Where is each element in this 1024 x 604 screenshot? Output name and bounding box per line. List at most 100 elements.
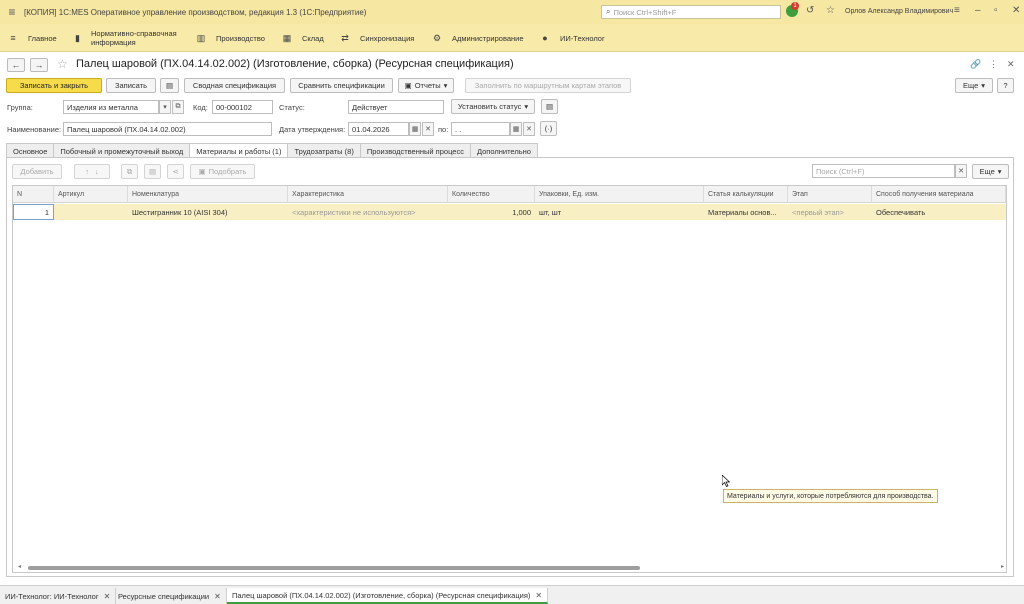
cell-cost-item[interactable]: Материалы основ... [704, 204, 788, 220]
pick-button[interactable]: ▣ Подобрать [190, 164, 255, 179]
user-name[interactable]: Орлов Александр Владимирович [845, 8, 953, 15]
help-button[interactable]: ? [997, 78, 1014, 93]
scroll-right-icon[interactable]: ▸ [1001, 563, 1004, 570]
main-menu-icon[interactable]: ≡ [0, 0, 24, 24]
tab-byproduct[interactable]: Побочный и промежуточный выход [53, 143, 191, 158]
move-buttons[interactable]: ↑ ↓ [74, 164, 110, 179]
settings-icon[interactable]: ≡ [954, 5, 960, 16]
column-header-n[interactable]: N [13, 186, 54, 203]
open-windows-bar: ИИ-Технолог: ИИ-Технолог ✕ Ресурсные спе… [0, 585, 1024, 604]
clear-date-icon[interactable]: ✕ [422, 122, 434, 136]
section-nsi[interactable]: ▮ Нормативно-справочная информация [74, 24, 184, 52]
minimize-icon[interactable]: – [975, 5, 981, 16]
tab-additional[interactable]: Дополнительно [469, 143, 538, 158]
approve-date-field[interactable]: 01.04.2026 [348, 122, 409, 136]
calendar-icon[interactable]: ▦ [510, 122, 522, 136]
section-production[interactable]: ▥ Производство [196, 24, 265, 52]
ai-icon: ● [542, 32, 548, 43]
scroll-left-icon[interactable]: ◂ [18, 563, 21, 570]
compare-spec-button[interactable]: Сравнить спецификации [290, 78, 393, 93]
back-button[interactable]: ← [7, 58, 25, 72]
global-search-input[interactable]: ⌕ Поиск Ctrl+Shift+F [601, 5, 781, 19]
window-tab-current[interactable]: Палец шаровой (ПХ.04.14.02.002) (Изготов… [227, 588, 549, 604]
close-tab-icon[interactable]: ✕ [104, 592, 111, 601]
save-close-button[interactable]: Записать и закрыть [6, 78, 102, 93]
section-label: Склад [302, 33, 324, 43]
cell-unit[interactable]: шт, шт [535, 204, 704, 220]
summary-spec-button[interactable]: Сводная спецификация [184, 78, 285, 93]
cell-method[interactable]: Обеспечивать [872, 204, 1006, 220]
more-button[interactable]: Еще ▾ [955, 78, 993, 93]
column-header-quantity[interactable]: Количество [448, 186, 535, 203]
column-header-characteristic[interactable]: Характеристика [288, 186, 448, 203]
horizontal-scrollbar[interactable]: ◂ ▸ [18, 563, 1004, 571]
tab-labor[interactable]: Трудозатраты (8) [287, 143, 361, 158]
add-button[interactable]: Добавить [12, 164, 62, 179]
status-history-icon[interactable]: ▤ [541, 99, 558, 114]
column-header-method[interactable]: Способ получения материала [872, 186, 1006, 203]
save-button[interactable]: Записать [106, 78, 156, 93]
window-tab-ai[interactable]: ИИ-Технолог: ИИ-Технолог ✕ [0, 588, 117, 604]
form-close-icon[interactable]: ✕ [1007, 59, 1015, 70]
cell-nomenclature[interactable]: Шестигранник 10 (AISI 304) [128, 204, 288, 220]
calendar-icon[interactable]: ▦ [409, 122, 421, 136]
set-status-button[interactable]: Установить статус ▾ [451, 99, 535, 114]
column-header-article[interactable]: Артикул [54, 186, 128, 203]
cell-quantity[interactable]: 1,000 [448, 204, 535, 220]
maximize-icon[interactable]: ▫ [994, 5, 998, 16]
column-header-nomenclature[interactable]: Номенклатура [128, 186, 288, 203]
column-header-stage[interactable]: Этап [788, 186, 872, 203]
tab-process[interactable]: Производственный процесс [359, 143, 471, 158]
name-label: Наименование: [7, 125, 62, 134]
table-row[interactable]: 1 Шестигранник 10 (AISI 304) <характерис… [13, 204, 1006, 220]
list-icon[interactable]: ▤ [160, 78, 179, 93]
scrollbar-thumb[interactable] [28, 566, 640, 570]
section-main[interactable]: ≡ Главное [8, 24, 56, 52]
column-header-unit[interactable]: Упаковки, Ед. изм. [535, 186, 704, 203]
group-open-icon[interactable]: ⧉ [172, 100, 184, 114]
name-field[interactable]: Палец шаровой (ПХ.04.14.02.002) [63, 122, 272, 136]
cell-characteristic[interactable]: <характеристики не используются> [288, 204, 448, 220]
sections-panel: ≡ Главное ▮ Нормативно-справочная информ… [0, 24, 1024, 52]
share-icon[interactable]: ⋖ [167, 164, 184, 179]
grid-more-button[interactable]: Еще ▾ [972, 164, 1009, 179]
close-tab-icon[interactable]: ✕ [535, 591, 542, 600]
code-field[interactable]: 00-000102 [212, 100, 273, 114]
to-date-field[interactable]: . . [451, 122, 510, 136]
reports-label: Отчеты [414, 81, 441, 90]
book-icon: ▮ [75, 32, 80, 43]
close-tab-icon[interactable]: ✕ [214, 592, 221, 601]
paste-icon[interactable]: ▤ [144, 164, 161, 179]
arrow-down-icon: ↓ [95, 167, 99, 176]
more-label: Еще [962, 81, 979, 90]
grid-search-input[interactable]: Поиск (Ctrl+F) [812, 164, 955, 178]
group-field[interactable]: Изделия из металла [63, 100, 159, 114]
period-icon[interactable]: (·) [540, 121, 557, 136]
column-header-cost-item[interactable]: Статья калькуляции [704, 186, 788, 203]
favorite-star-icon[interactable]: ☆ [57, 57, 68, 71]
cell-stage[interactable]: <первый этап> [788, 204, 872, 220]
group-dropdown-icon[interactable]: ▾ [159, 100, 171, 114]
section-ai[interactable]: ● ИИ-Технолог [540, 24, 605, 52]
fill-by-routes-button[interactable]: Заполнить по маршрутным картам этапов [465, 78, 631, 93]
tab-materials[interactable]: Материалы и работы (1) [189, 143, 289, 158]
clear-date-icon[interactable]: ✕ [523, 122, 535, 136]
cell-n[interactable]: 1 [13, 204, 54, 220]
close-icon[interactable]: ✕ [1012, 5, 1020, 16]
cell-article[interactable] [54, 204, 128, 220]
section-sync[interactable]: ⇄ Синхронизация [340, 24, 414, 52]
section-warehouse[interactable]: ▦ Склад [282, 24, 324, 52]
favorites-icon[interactable]: ☆ [826, 5, 835, 16]
forward-button[interactable]: → [30, 58, 48, 72]
copy-icon[interactable]: ⧉ [121, 164, 138, 179]
chevron-down-icon: ▾ [997, 167, 1002, 176]
form-more-icon[interactable]: ⋮ [989, 59, 998, 70]
grid-search-clear-icon[interactable]: ✕ [955, 164, 967, 178]
link-icon[interactable]: 🔗 [970, 59, 981, 70]
history-icon[interactable]: ↺ [806, 5, 814, 16]
tab-main[interactable]: Основное [6, 143, 55, 158]
section-admin[interactable]: ⚙ Администрирование [432, 24, 524, 52]
section-label: ИИ-Технолог [560, 33, 605, 43]
reports-button[interactable]: ▣ Отчеты ▾ [398, 78, 454, 93]
window-tab-specs[interactable]: Ресурсные спецификации ✕ [113, 588, 227, 604]
